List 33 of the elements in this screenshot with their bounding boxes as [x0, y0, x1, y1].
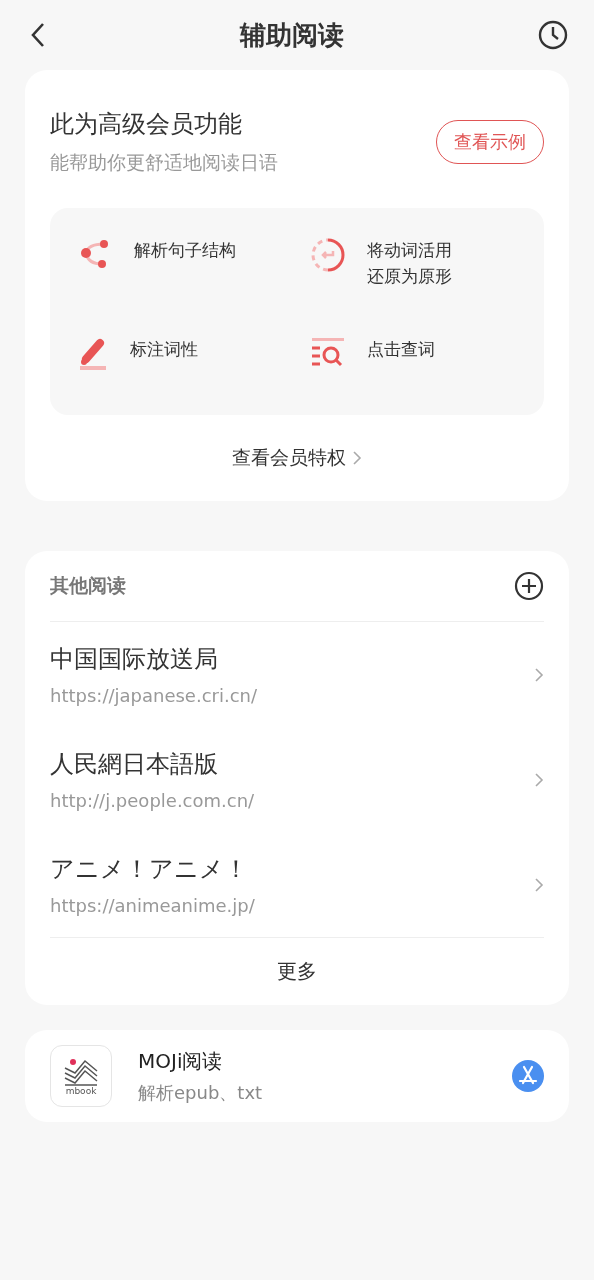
site-url: https://animeanime.jp/: [50, 895, 255, 916]
add-icon[interactable]: [514, 571, 544, 601]
section-title: 其他阅读: [50, 573, 126, 598]
premium-title: 此为高级会员功能: [50, 109, 243, 140]
site-name[interactable]: 中国国际放送局: [50, 643, 258, 675]
mountain-icon: [63, 1056, 99, 1086]
example-button[interactable]: 查看示例: [436, 120, 544, 164]
search-list-icon: [311, 337, 345, 367]
app-store-icon[interactable]: [512, 1060, 544, 1092]
chevron-right-icon: [352, 450, 362, 466]
chevron-right-icon: [534, 771, 544, 788]
chevron-right-icon: [534, 666, 544, 683]
chevron-right-icon: [534, 876, 544, 893]
premium-subtitle: 能帮助你更舒适地阅读日语: [50, 150, 278, 175]
feature-label: 标注词性: [130, 338, 198, 361]
site-url: https://japanese.cri.cn/: [50, 685, 258, 706]
site-name[interactable]: 人民網日本語版: [50, 748, 255, 780]
feature-label: 将动词活用: [367, 239, 452, 262]
app-description: 解析epub、txt: [138, 1080, 264, 1105]
app-name: MOJi阅读: [138, 1047, 224, 1075]
pen-icon: [78, 337, 108, 371]
feature-label: 解析句子结构: [134, 239, 236, 262]
more-link[interactable]: 更多: [50, 937, 544, 1005]
site-name[interactable]: アニメ！アニメ！: [50, 853, 255, 885]
feature-label: 点击查词: [367, 338, 435, 361]
feature-label: 还原为原形: [367, 264, 452, 288]
member-benefits-link[interactable]: 查看会员特权: [50, 445, 544, 471]
clock-icon[interactable]: [538, 20, 568, 50]
undo-circle-icon: [311, 238, 345, 272]
logo-text: mbook: [65, 1086, 97, 1096]
page-title: 辅助阅读: [240, 18, 344, 52]
back-icon[interactable]: [30, 22, 46, 48]
site-url: http://j.people.com.cn/: [50, 790, 255, 811]
